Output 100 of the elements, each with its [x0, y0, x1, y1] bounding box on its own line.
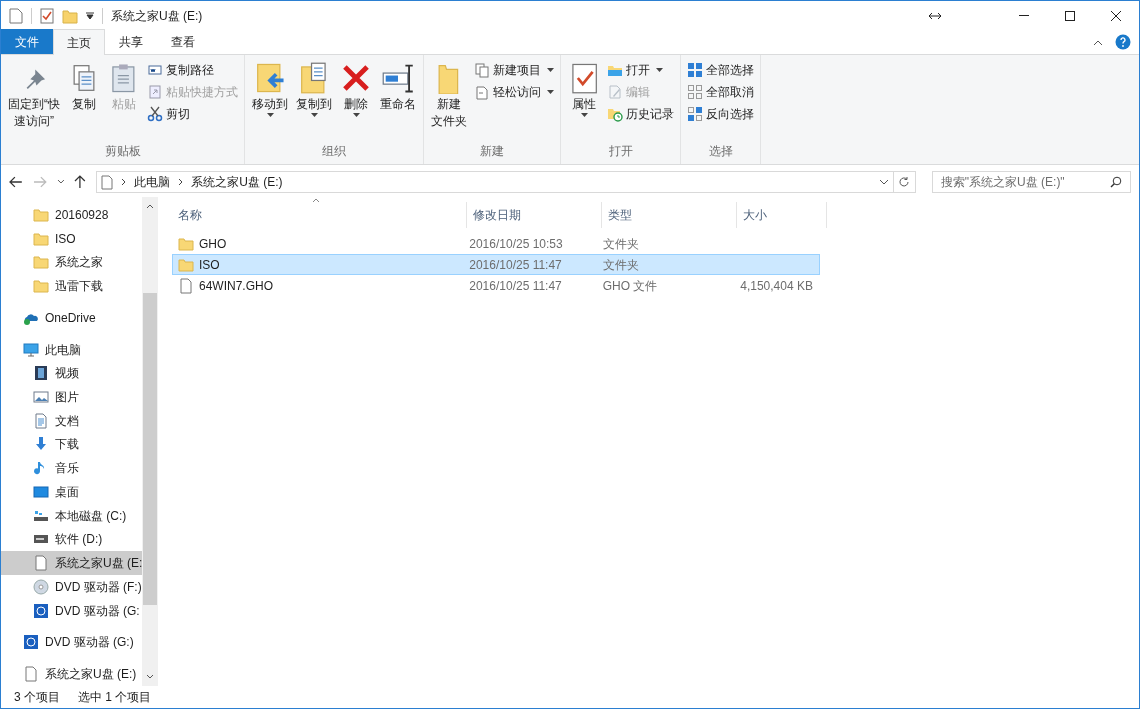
folder-icon	[33, 206, 49, 223]
dropdown-icon[interactable]	[879, 179, 890, 185]
nav-item[interactable]: 视频	[1, 361, 143, 386]
chevron-icon[interactable]	[178, 178, 184, 186]
document-icon	[178, 277, 194, 294]
nav-item[interactable]: ISO	[1, 226, 143, 251]
type-cell: 文件夹	[602, 236, 639, 251]
delete-icon	[340, 62, 372, 94]
selection-count: 选中 1 个项目	[78, 689, 152, 706]
document-icon	[33, 555, 49, 572]
nav-item[interactable]: DVD 驱动器 (F:)	[1, 575, 143, 599]
document-icon	[101, 174, 114, 190]
folder-icon	[33, 254, 49, 271]
nav-item[interactable]: DVD 驱动器 (G:)	[1, 630, 143, 655]
ribbon-button[interactable]: 新建项目	[474, 60, 554, 80]
ribbon-button[interactable]: 反向选择	[687, 104, 754, 124]
ribbon-tab[interactable]: 主页	[53, 29, 105, 55]
scroll-down-icon[interactable]	[145, 674, 154, 680]
ribbon-button[interactable]: 历史记录	[607, 104, 674, 124]
document-icon	[23, 666, 39, 683]
back-icon[interactable]	[9, 176, 23, 188]
nav-item[interactable]: 图片	[1, 385, 143, 409]
properties-icon[interactable]	[40, 7, 54, 24]
nav-item[interactable]: OneDrive	[1, 305, 143, 330]
ribbon-button[interactable]: 复制路径	[147, 60, 238, 80]
group-label: 打开	[607, 143, 634, 160]
grid-icon	[687, 106, 703, 122]
recent-locations-icon[interactable]	[56, 179, 65, 185]
film-icon	[33, 365, 49, 382]
ribbon-button[interactable]: 新建 文件夹	[428, 59, 470, 130]
scrollbar[interactable]	[142, 197, 157, 686]
folder-icon	[33, 278, 49, 295]
nav-item[interactable]: 迅雷下载	[1, 274, 143, 298]
search-field[interactable]: 搜索"系统之家U盘 (E:)"	[931, 171, 1131, 193]
ribbon-button[interactable]: 打开	[607, 60, 674, 80]
grid-icon	[687, 84, 703, 100]
maximize-icon	[1065, 10, 1075, 21]
nav-item[interactable]: 本地磁盘 (C:)	[1, 503, 143, 528]
up-icon[interactable]	[74, 175, 87, 189]
disc-icon	[33, 578, 49, 595]
ribbon-button[interactable]: 属性	[565, 59, 603, 117]
item-count: 3 个项目	[14, 689, 60, 706]
file-row[interactable]: 64WIN7.GHO 2016/10/25 11:47 GHO 文件 4,150,404 KB	[172, 275, 820, 296]
date-cell: 2016/10/25 11:47	[469, 278, 562, 293]
type-cell: 文件夹	[602, 257, 639, 272]
group-label: 新建	[479, 143, 505, 160]
document-icon	[474, 84, 490, 100]
chevron-icon[interactable]	[121, 178, 127, 186]
refresh-button[interactable]	[894, 171, 916, 193]
nav-item[interactable]: 下载	[1, 432, 143, 457]
ribbon-button[interactable]: 复制	[65, 59, 103, 113]
address-field[interactable]: 此电脑 系统之家U盘 (E:)	[96, 171, 895, 193]
ribbon-button[interactable]: 复制到	[293, 59, 335, 117]
monitor-icon	[23, 341, 39, 358]
desktop-icon	[33, 483, 49, 500]
ribbon-button[interactable]: 剪切	[147, 104, 238, 124]
close-icon	[1111, 10, 1121, 21]
nav-item[interactable]: 20160928	[1, 203, 143, 227]
nav-item[interactable]: 系统之家U盘 (E:	[1, 551, 143, 575]
ribbon-button[interactable]: 轻松访问	[474, 82, 554, 102]
search-icon	[1110, 176, 1122, 188]
ribbon-button[interactable]: 重命名	[377, 59, 419, 113]
ribbon-button[interactable]: 全部选择	[687, 60, 754, 80]
column-header[interactable]: 类型	[602, 202, 737, 228]
nav-item[interactable]: 此电脑	[1, 337, 143, 362]
ribbon-button[interactable]: 移动到	[249, 59, 291, 117]
group-label: 组织	[321, 143, 347, 160]
refresh-icon	[898, 176, 911, 188]
breadcrumb[interactable]: 系统之家U盘 (E:)	[191, 173, 283, 191]
ribbon-tab[interactable]: 共享	[105, 29, 157, 54]
column-header[interactable]: 大小	[737, 202, 827, 228]
new-item-icon	[474, 62, 490, 78]
ribbon-tab[interactable]: 文件	[1, 29, 53, 54]
shortcut-icon	[147, 84, 163, 100]
folder-icon	[178, 235, 194, 252]
ribbon-tab[interactable]: 查看	[157, 29, 209, 54]
document-icon	[33, 412, 49, 429]
nav-item[interactable]: 音乐	[1, 456, 143, 481]
nav-item[interactable]: 软件 (D:)	[1, 527, 143, 552]
dropdown-icon[interactable]	[86, 11, 94, 20]
rename-icon	[382, 62, 414, 94]
scroll-up-icon[interactable]	[145, 203, 154, 209]
file-row[interactable]: ISO 2016/10/25 11:47 文件夹	[172, 254, 820, 275]
column-header[interactable]: 修改日期	[467, 202, 602, 228]
ribbon-button[interactable]: 固定到“快 速访问”	[5, 59, 63, 130]
help-icon[interactable]	[1115, 34, 1131, 50]
file-name: 64WIN7.GHO	[199, 277, 273, 295]
nav-item[interactable]: 系统之家	[1, 250, 143, 275]
breadcrumb[interactable]: 此电脑	[134, 173, 171, 191]
nav-item[interactable]: 系统之家U盘 (E:)	[1, 662, 143, 686]
ribbon-button[interactable]: 删除	[337, 59, 375, 117]
nav-item[interactable]: 桌面	[1, 480, 143, 504]
column-header[interactable]: 名称	[172, 202, 467, 228]
document-icon[interactable]	[9, 7, 23, 24]
ribbon-button[interactable]: 全部取消	[687, 82, 754, 102]
collapse-ribbon-icon[interactable]	[1093, 40, 1103, 46]
minimize-icon	[1019, 15, 1029, 16]
nav-item[interactable]: 文档	[1, 408, 143, 433]
nav-item[interactable]: DVD 驱动器 (G:	[1, 598, 143, 623]
file-row[interactable]: GHO 2016/10/25 10:53 文件夹	[172, 233, 820, 254]
